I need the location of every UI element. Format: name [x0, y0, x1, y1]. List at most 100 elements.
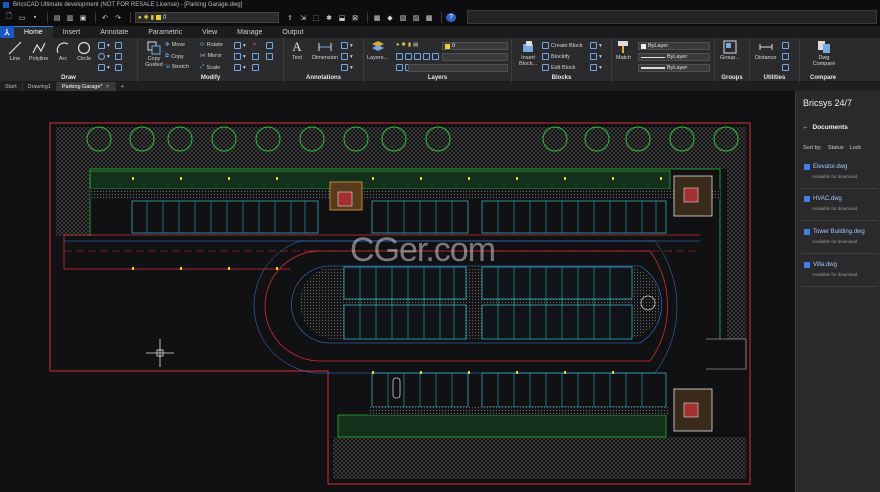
undo-icon[interactable]: ↶	[100, 13, 110, 22]
layer-previous-icon[interactable]: ⇪	[285, 13, 295, 22]
color-dropdown[interactable]: ByLayer	[638, 42, 710, 50]
eraser-icon[interactable]: ◆	[385, 13, 395, 22]
layer-isolate-icon[interactable]	[396, 53, 403, 60]
layer-on-icon[interactable]: ●	[396, 42, 399, 48]
group-tool[interactable]: Group...	[720, 40, 740, 61]
layer-isolate-icon[interactable]: ⬚	[311, 13, 321, 22]
tab-manage[interactable]: Manage	[227, 26, 272, 38]
trim-icon[interactable]: ▾	[234, 53, 246, 60]
arc-tool[interactable]: Arc	[56, 41, 70, 62]
create-block-tool[interactable]: Create Block	[542, 42, 583, 49]
region-icon[interactable]	[115, 64, 122, 71]
layer-unlock-icon[interactable]: ▮	[408, 42, 411, 48]
tab-annotate[interactable]: Annotate	[90, 26, 138, 38]
plot-icon[interactable]: ▣	[78, 13, 88, 22]
back-arrow-icon[interactable]: ←	[802, 124, 809, 131]
break-icon[interactable]	[266, 53, 273, 60]
copy-guided-tool[interactable]: Copy Guided	[142, 41, 166, 68]
text-tool[interactable]: A Text	[290, 39, 304, 61]
redo-icon[interactable]: ↷	[113, 13, 123, 22]
sort-lock-option[interactable]: Lock	[850, 145, 862, 151]
circle-tool[interactable]: Circle	[77, 41, 91, 62]
tab-view[interactable]: View	[192, 26, 227, 38]
polyline-tool[interactable]: Polyline	[29, 41, 48, 62]
line-tool[interactable]: Line	[8, 41, 22, 62]
move-tool[interactable]: ✥ Move	[165, 42, 185, 48]
document-item-hvac[interactable]: HVAC.dwg Available for download	[801, 193, 878, 221]
spline-icon[interactable]	[115, 53, 122, 60]
print-preview-icon[interactable]: ▥	[65, 13, 75, 22]
layer-delete-icon[interactable]	[432, 53, 439, 60]
command-line-field[interactable]	[467, 10, 877, 24]
tool-palette-icon[interactable]: ▨	[411, 13, 421, 22]
dwg-compare-tool[interactable]: Dwg Compare	[812, 40, 836, 67]
tab-parametric[interactable]: Parametric	[138, 26, 192, 38]
properties-icon[interactable]: ▦	[372, 13, 382, 22]
document-item-villa[interactable]: Villa.dwg Available for download	[801, 259, 878, 287]
stretch-tool[interactable]: ⇲ Stretch	[165, 64, 189, 70]
settings-icon[interactable]: ▩	[424, 13, 434, 22]
select-all-icon[interactable]	[782, 64, 789, 71]
lineweight-dropdown[interactable]: ByLayer	[638, 64, 710, 72]
erase-icon[interactable]: ✕	[252, 42, 257, 48]
markup-icon[interactable]: ▾	[341, 64, 353, 71]
join-icon[interactable]	[266, 42, 273, 49]
close-tab-icon[interactable]: ✕	[106, 84, 110, 90]
layer-match-icon[interactable]: ⇲	[298, 13, 308, 22]
layer-thaw-icon[interactable]: ✺	[401, 42, 406, 48]
match-properties-tool[interactable]: Match	[616, 40, 631, 61]
doc-tab-drawing1[interactable]: Drawing1	[23, 82, 57, 91]
drawing-canvas[interactable]: CGer.com	[0, 91, 795, 492]
mirror-tool[interactable]: ⋈ Mirror	[200, 53, 222, 59]
rectangle-icon[interactable]: ▾	[98, 42, 110, 49]
open-folder-icon[interactable]: ▭	[17, 13, 27, 22]
linetype-dropdown[interactable]: ByLayer	[638, 53, 710, 61]
image-icon[interactable]: ▧	[398, 13, 408, 22]
fillet-icon[interactable]: ▾	[234, 64, 246, 71]
offset-icon[interactable]	[252, 64, 259, 71]
hatch-icon[interactable]: ▾	[98, 64, 110, 71]
scale-tool[interactable]: ⤢ Scale	[200, 64, 220, 71]
new-file-icon[interactable]: 🗋	[4, 13, 14, 22]
current-layer-dropdown[interactable]: 0	[442, 42, 508, 50]
tab-insert[interactable]: Insert	[53, 26, 91, 38]
tab-output[interactable]: Output	[272, 26, 313, 38]
calculator-icon[interactable]	[782, 42, 789, 49]
rotate-tool[interactable]: ⟳ Rotate	[200, 42, 223, 48]
documents-header[interactable]: ← Documents	[802, 124, 848, 131]
help-icon[interactable]: ?	[446, 13, 456, 22]
table-icon[interactable]: ▾	[341, 53, 353, 60]
layer-freeze-icon[interactable]: ✱	[324, 13, 334, 22]
doc-tab-parking-garage[interactable]: Parking Garage* ✕	[56, 82, 116, 91]
edit-block-tool[interactable]: Edit Block	[542, 64, 575, 71]
layer-previous-icon[interactable]	[396, 64, 403, 71]
sort-status-option[interactable]: Status	[828, 145, 844, 151]
layer-state-dropdown[interactable]	[408, 64, 508, 72]
document-item-elevator[interactable]: Elevator.dwg Available for download	[801, 161, 878, 189]
attribute-icon[interactable]: ▾	[590, 42, 602, 49]
layer-dropdown[interactable]: ● ✺ ▮ 0	[135, 12, 279, 23]
layer-filter-dropdown[interactable]	[442, 53, 508, 61]
save-icon[interactable]: ▪	[30, 13, 40, 22]
application-menu-icon[interactable]: ⅄	[0, 26, 14, 38]
leader-icon[interactable]: ▾	[341, 42, 353, 49]
blockify-tool[interactable]: Blockify	[542, 53, 570, 60]
point-icon[interactable]	[115, 42, 122, 49]
layer-walk-icon[interactable]	[414, 53, 421, 60]
layers-manager-tool[interactable]: Layers...	[367, 40, 388, 61]
layer-plot-icon[interactable]: ▤	[413, 42, 418, 48]
layer-unisolate-icon[interactable]	[405, 53, 412, 60]
layer-lock-icon[interactable]: ⊠	[350, 13, 360, 22]
new-tab-button[interactable]: +	[116, 82, 129, 91]
doc-tab-start[interactable]: Start	[0, 82, 23, 91]
layer-off-icon[interactable]: ⬓	[337, 13, 347, 22]
insert-block-tool[interactable]: Insert Block...	[517, 40, 539, 67]
dimension-tool[interactable]: Dimension	[312, 40, 338, 61]
attribute-edit-icon[interactable]: ▾	[590, 53, 602, 60]
print-icon[interactable]: ▤	[52, 13, 62, 22]
ellipse-icon[interactable]: ▾	[98, 53, 110, 60]
tab-home[interactable]: Home	[14, 26, 53, 38]
xref-icon[interactable]: ▾	[590, 64, 602, 71]
id-point-icon[interactable]	[782, 53, 789, 60]
distance-tool[interactable]: Distance	[755, 40, 776, 61]
